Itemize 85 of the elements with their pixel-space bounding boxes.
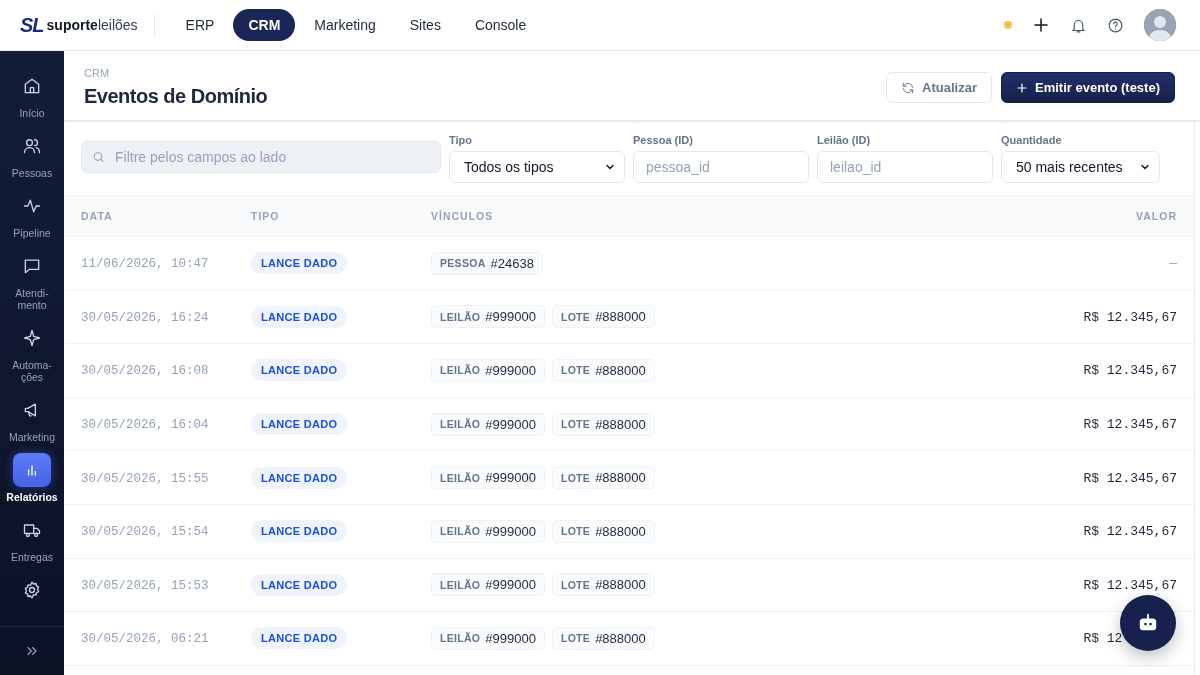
sidebar-item[interactable]: Automa- ções <box>0 321 64 383</box>
link-chip[interactable]: LOTE #888000 <box>551 305 655 329</box>
link-chip[interactable]: LEILÃO #999000 <box>431 519 545 543</box>
status-dot-icon <box>1004 21 1012 29</box>
nav-tab[interactable]: Sites <box>394 9 456 41</box>
link-chip[interactable]: LOTE #888000 <box>551 626 655 650</box>
date-cell: 30/05/2026, 15:53 <box>81 578 209 593</box>
value-cell: — <box>1169 256 1177 272</box>
help-icon[interactable] <box>1107 16 1124 34</box>
select-field[interactable]: 50 mais recentes <box>1001 151 1160 183</box>
event-type-tag: LANCE DADO <box>251 520 348 543</box>
logo-mark: SL <box>20 13 44 37</box>
input-field[interactable]: pessoa_id <box>633 151 809 183</box>
field-label: Quantidade <box>1001 134 1063 146</box>
event-type-tag: LANCE DADO <box>251 627 348 650</box>
input-field[interactable]: leilao_id <box>817 151 993 183</box>
sidebar-item[interactable]: Pipeline <box>0 189 64 239</box>
link-chip[interactable]: LEILÃO #999000 <box>431 305 545 329</box>
select-field[interactable]: Todos os tipos <box>449 151 625 183</box>
text-input[interactable]: leilao_id <box>828 158 982 176</box>
search-field[interactable]: Filtre pelos campos ao lado <box>81 141 441 173</box>
link-chip[interactable]: LEILÃO #999000 <box>431 573 545 597</box>
event-type-tag: LANCE DADO <box>251 359 348 382</box>
sidebar-item[interactable]: Entregas <box>0 513 64 563</box>
search-icon <box>92 150 105 164</box>
sidebar-item[interactable]: Pessoas <box>0 129 64 179</box>
nav-tab[interactable]: Marketing <box>299 9 391 41</box>
event-type-tag: LANCE DADO <box>251 305 348 328</box>
link-chip[interactable]: LOTE #888000 <box>551 573 655 597</box>
date-cell: 11/06/2026, 10:47 <box>81 257 209 272</box>
people-icon <box>22 136 42 156</box>
plus-icon <box>1016 81 1028 94</box>
event-type-tag: LANCE DADO <box>251 573 348 596</box>
sidebar-item[interactable]: Marketing <box>0 393 64 443</box>
settings-icon <box>22 580 42 600</box>
date-cell: 30/05/2026, 16:04 <box>81 418 209 433</box>
sidebar-item[interactable]: Atendi- mento <box>0 249 64 311</box>
link-chip[interactable]: LEILÃO #999000 <box>431 412 545 436</box>
date-cell: 30/05/2026, 16:24 <box>81 310 209 325</box>
column-header: VÍNCULOS <box>431 210 494 222</box>
date-cell: 30/05/2026, 06:21 <box>81 632 209 647</box>
event-type-tag: LANCE DADO <box>251 466 348 489</box>
search-input[interactable]: Filtre pelos campos ao lado <box>112 148 430 166</box>
link-chip[interactable]: LEILÃO #999000 <box>431 466 545 490</box>
column-header: DATA <box>81 210 113 222</box>
link-chip[interactable]: LOTE #888000 <box>551 359 655 382</box>
emit-event-button[interactable]: Emitir evento (teste) <box>1001 72 1175 103</box>
link-chip[interactable]: LEILÃO #999000 <box>431 359 545 382</box>
link-chip[interactable]: PESSOA #24638 <box>431 251 543 275</box>
date-cell: 30/05/2026, 15:54 <box>81 525 209 540</box>
avatar[interactable] <box>1144 9 1176 41</box>
nav-tab[interactable]: Console <box>459 9 542 41</box>
sidebar-item[interactable]: Relatórios <box>0 453 64 503</box>
value-cell: R$ 12.345,67 <box>1083 363 1177 379</box>
field-label: Leilão (ID) <box>817 134 872 146</box>
page-title: Eventos de Domínio <box>84 85 268 108</box>
column-header: VALOR <box>1136 210 1177 222</box>
home-icon <box>22 76 42 96</box>
sidebar-item[interactable]: Início <box>0 69 64 119</box>
event-type-tag: LANCE DADO <box>251 413 348 436</box>
link-chip[interactable]: LOTE #888000 <box>551 519 655 543</box>
text-input[interactable]: pessoa_id <box>644 158 798 176</box>
link-chip[interactable]: LOTE #888000 <box>551 466 655 490</box>
value-cell: R$ 12.345,67 <box>1083 577 1177 593</box>
plus-icon[interactable] <box>1032 16 1050 34</box>
event-type-tag: LANCE DADO <box>251 252 348 275</box>
field-label: Pessoa (ID) <box>633 134 694 146</box>
brand-name: suporteleilões <box>46 17 138 33</box>
column-header: TIPO <box>251 210 280 222</box>
value-cell: R$ 12.345,67 <box>1083 309 1177 325</box>
value-cell: R$ 12.345,67 <box>1083 470 1177 486</box>
date-cell: 30/05/2026, 16:08 <box>81 364 209 379</box>
refresh-icon <box>901 80 916 95</box>
expand-icon[interactable] <box>25 644 39 658</box>
value-cell: R$ 12.345,67 <box>1083 417 1177 433</box>
nav-tab[interactable]: ERP <box>170 9 230 41</box>
sparkle-icon <box>22 328 42 348</box>
link-chip[interactable]: LEILÃO #999000 <box>431 626 545 650</box>
value-cell: R$ 12.345,67 <box>1083 524 1177 540</box>
link-chip[interactable]: LOTE #888000 <box>551 412 655 436</box>
nav-tab[interactable]: CRM <box>233 9 296 41</box>
refresh-button[interactable]: Atualizar <box>886 72 992 103</box>
date-cell: 30/05/2026, 15:55 <box>81 471 209 486</box>
field-label: Tipo <box>449 134 473 146</box>
value-cell-text: R$ 12 <box>1083 631 1124 647</box>
